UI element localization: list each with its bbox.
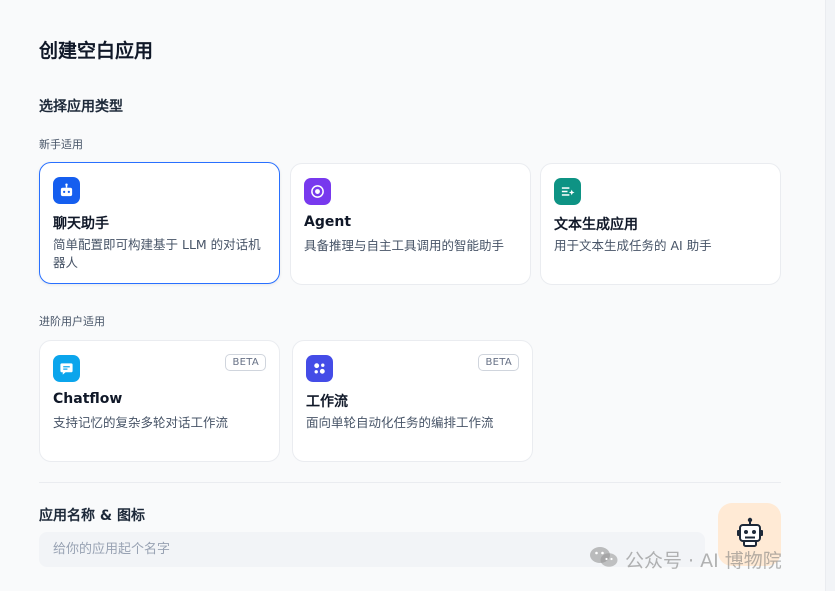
scrollbar-track[interactable] (825, 0, 835, 591)
group-label-beginner: 新手适用 (39, 138, 83, 151)
card-description: 具备推理与自主工具调用的智能助手 (304, 238, 505, 253)
page-title: 创建空白应用 (39, 40, 154, 62)
app-icon-picker-button[interactable] (718, 503, 781, 566)
agent-icon (304, 178, 331, 205)
card-description: 简单配置即可构建基于 LLM 的对话机器人 (53, 237, 261, 270)
group-label-advanced: 进阶用户适用 (39, 315, 105, 328)
workflow-icon (306, 355, 333, 382)
app-name-input[interactable] (39, 532, 705, 567)
card-description: 面向单轮自动化任务的编排工作流 (306, 415, 494, 430)
card-description: 支持记忆的复杂多轮对话工作流 (53, 415, 229, 430)
app-type-card-agent[interactable]: Agent 具备推理与自主工具调用的智能助手 (290, 163, 531, 285)
app-name-label: 应用名称 & 图标 (39, 508, 145, 524)
section-title-app-type: 选择应用类型 (39, 99, 123, 115)
app-type-card-workflow[interactable]: BETA 工作流 面向单轮自动化任务的编排工作流 (292, 340, 533, 462)
section-divider (39, 482, 781, 483)
beta-badge: BETA (478, 354, 519, 371)
card-title: 工作流 (306, 394, 348, 410)
app-type-card-text-generation[interactable]: 文本生成应用 用于文本生成任务的 AI 助手 (540, 163, 781, 285)
card-title: 聊天助手 (53, 216, 109, 232)
card-description: 用于文本生成任务的 AI 助手 (554, 238, 712, 253)
beta-badge: BETA (225, 354, 266, 371)
robot-icon (53, 177, 80, 204)
text-generation-icon (554, 178, 581, 205)
app-type-card-chatflow[interactable]: BETA Chatflow 支持记忆的复杂多轮对话工作流 (39, 340, 280, 462)
chat-bubble-icon (53, 355, 80, 382)
card-title: 文本生成应用 (554, 217, 638, 233)
robot-face-icon (735, 517, 765, 553)
app-type-card-chatbot[interactable]: 聊天助手 简单配置即可构建基于 LLM 的对话机器人 (39, 162, 280, 284)
card-title: Chatflow (53, 391, 123, 407)
card-title: Agent (304, 214, 352, 230)
